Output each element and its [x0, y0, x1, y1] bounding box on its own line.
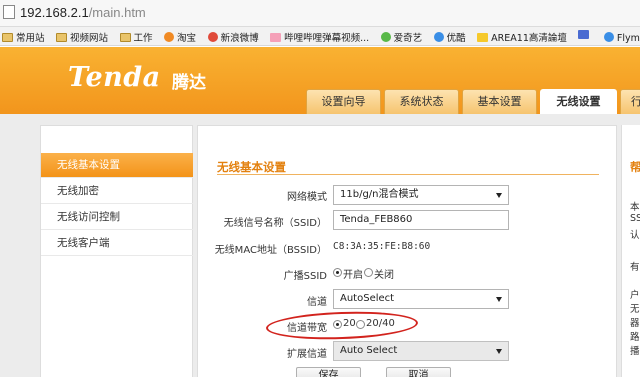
sidebar-item-access-control[interactable]: 无线访问控制 [41, 205, 193, 230]
bookmarks-bar: 常用站 视频网站 工作 淘宝 新浪微博 哔哩哔哩弹幕视频... 爱奇艺 优酷 A… [0, 27, 640, 46]
bookmark-area11[interactable]: AREA11高清論壇 [477, 30, 567, 44]
mac-label: 无线MAC地址（BSSID） [214, 245, 327, 256]
bookmark-video[interactable]: 视频网站 [56, 30, 108, 44]
chevron-down-icon [496, 297, 502, 302]
bookmark-flyme[interactable]: Flyme社区 [603, 30, 640, 44]
help-line: 器 [630, 318, 640, 329]
folder-icon [2, 33, 13, 42]
bookmark-changyong[interactable]: 常用站 [2, 30, 45, 44]
sidebar-item-wireless-client[interactable]: 无线客户端 [41, 231, 193, 256]
save-button[interactable]: 保存 [296, 367, 361, 377]
area11-icon [477, 33, 489, 42]
help-line: 路 [630, 332, 640, 343]
help-line: 播 [630, 346, 640, 357]
sidebar-item-wireless-encryption[interactable]: 无线加密 [41, 179, 193, 204]
broadcast-off-label: 关闭 [374, 270, 394, 281]
help-line: SS [630, 213, 640, 224]
help-line: 户 [630, 290, 640, 301]
youku-icon [433, 32, 444, 42]
ssid-input[interactable]: Tenda_FEB860 [333, 210, 509, 230]
help-line: 有 [630, 262, 640, 273]
chevron-down-icon [496, 349, 502, 354]
bilibili-icon [270, 33, 282, 42]
iqiyi-icon [380, 32, 391, 42]
bookmark-bilibili[interactable]: 哔哩哔哩弹幕视频... [270, 30, 369, 44]
bookmark-taobao[interactable]: 淘宝 [164, 30, 196, 44]
broadcast-off-radio[interactable] [364, 268, 373, 277]
bookmark-youku[interactable]: 优酷 [433, 30, 466, 44]
ext-channel-select[interactable]: Auto Select [333, 341, 509, 361]
address-bar[interactable]: 192.168.2.1/main.htm [0, 0, 640, 27]
bookmark-weibo[interactable]: 新浪微博 [207, 30, 259, 44]
bookmark-work[interactable]: 工作 [119, 30, 153, 44]
tab-system-status[interactable]: 系统状态 [384, 89, 459, 114]
folder-icon [119, 33, 131, 42]
weibo-icon [207, 32, 218, 42]
tab-wireless-settings[interactable]: 无线设置 [540, 89, 617, 115]
ext-channel-label: 扩展信道 [287, 349, 327, 360]
help-line: 认 [630, 230, 640, 241]
help-line: 本 [630, 202, 640, 213]
page-icon [3, 5, 15, 19]
bookmark-iqiyi[interactable]: 爱奇艺 [380, 30, 422, 44]
chevron-down-icon [496, 193, 502, 198]
network-mode-select[interactable]: 11b/g/n混合模式 [333, 185, 509, 205]
bookmark-grid[interactable] [578, 30, 592, 41]
tab-setup-wizard[interactable]: 设置向导 [306, 89, 381, 114]
grid-icon [578, 30, 590, 39]
tenda-logo: Tenda [68, 62, 161, 93]
section-title: 无线基本设置 [217, 160, 286, 174]
mac-value: C8:3A:35:FE:B8:60 [333, 241, 431, 252]
network-mode-label: 网络模式 [287, 192, 327, 203]
flyme-icon [603, 32, 614, 42]
channel-label: 信道 [307, 297, 327, 308]
sidebar-item-wireless-basic[interactable]: 无线基本设置 [41, 153, 193, 178]
tab-basic-settings[interactable]: 基本设置 [462, 89, 537, 114]
address-url[interactable]: 192.168.2.1/main.htm [20, 5, 146, 20]
help-line: 无 [630, 304, 640, 315]
folder-icon [56, 33, 68, 42]
help-title: 帮 [630, 160, 640, 174]
tenda-logo-cn: 腾达 [172, 73, 206, 93]
sidebar: 无线基本设置 无线加密 无线访问控制 无线客户端 [40, 125, 193, 377]
cancel-button[interactable]: 取消 [386, 367, 451, 377]
ssid-label: 无线信号名称（SSID） [223, 218, 327, 229]
channel-select[interactable]: AutoSelect [333, 289, 509, 309]
broadcast-on-radio[interactable] [333, 268, 342, 277]
broadcast-ssid-label: 广播SSID [283, 271, 327, 282]
title-divider [217, 174, 599, 175]
broadcast-on-label: 开启 [343, 270, 363, 281]
taobao-icon [164, 32, 175, 42]
tab-more[interactable]: 行 [620, 89, 640, 114]
